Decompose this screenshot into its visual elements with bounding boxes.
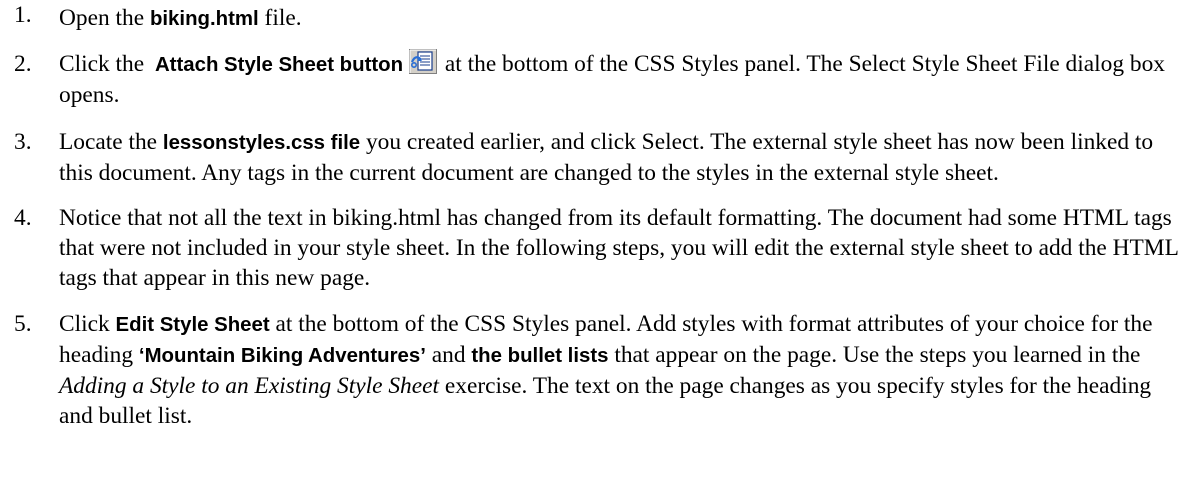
exercise-title: Adding a Style to an Existing Style Shee… [59,373,440,399]
step-text: Click the [59,51,150,77]
step-4: 4. Notice that not all the text in bikin… [0,203,1189,293]
edit-style-sheet-label: Edit Style Sheet [115,314,270,336]
step-5: 5. Click Edit Style Sheet at the bottom … [0,309,1189,431]
step-3: 3. Locate the lessonstyles.css file you … [0,127,1189,188]
step-text: file. [258,5,302,31]
step-text: Notice that not all the text in biking.h… [59,205,1179,291]
step-number: 2. [14,51,32,77]
step-number: 4. [14,205,32,231]
attach-style-sheet-icon [409,49,438,74]
step-number: 1. [14,2,32,28]
step-2: 2. Click the Attach Style Sheet button a… [0,49,1189,110]
step-number: 3. [14,129,32,155]
attach-style-sheet-label: Attach Style Sheet button [154,54,404,76]
file-name-biking: biking.html [149,8,259,30]
file-name-lessonstyles: lessonstyles.css file [162,132,361,154]
step-text: Click [59,311,116,337]
step-text: Locate the [59,129,163,155]
step-number: 5. [14,311,32,337]
step-text: Open the [59,5,150,31]
step-1: 1. Open the biking.html file. [0,0,1189,34]
heading-name: ‘Mountain Biking Adventures’ [138,345,426,367]
bullet-lists-label: the bullet lists [471,345,609,367]
step-text: and [425,342,472,368]
instruction-document: 1. Open the biking.html file. 2. Click t… [0,0,1189,431]
steps-list: 1. Open the biking.html file. 2. Click t… [0,0,1189,431]
step-text: that appear on the page. Use the steps y… [608,342,1141,368]
